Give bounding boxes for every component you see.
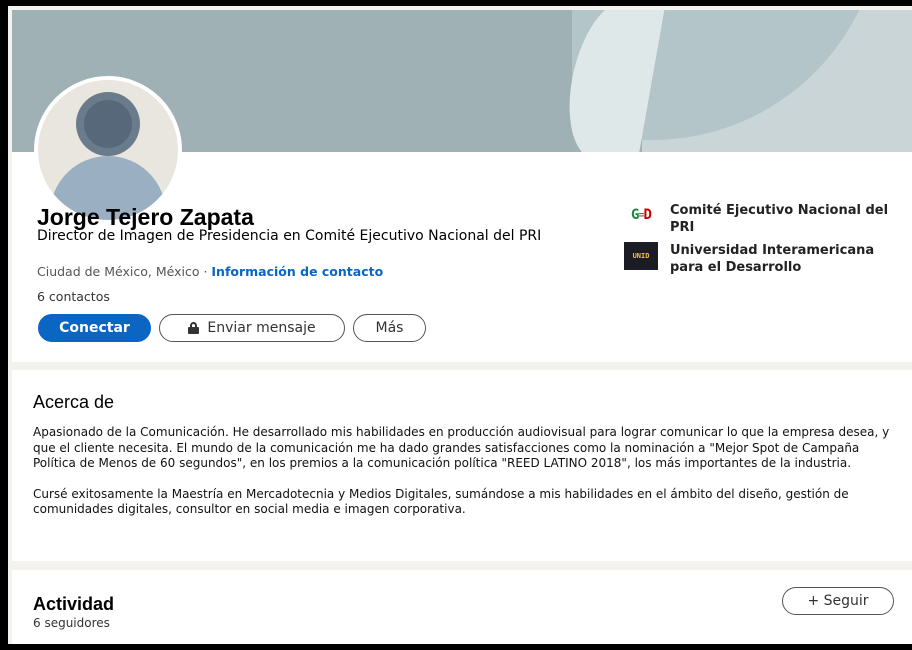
profile-location: Ciudad de México, México — [37, 264, 200, 279]
followers-count: 6 seguidores — [33, 616, 110, 630]
location-separator: · — [199, 264, 212, 279]
profile-headline: Director de Imagen de Presidencia en Com… — [37, 228, 542, 244]
unid-logo-icon: UNID — [624, 242, 658, 270]
organization-name: Comité Ejecutivo Nacional del PRI — [670, 203, 889, 235]
profile-location-line: Ciudad de México, México · Información d… — [37, 264, 383, 279]
send-message-button[interactable]: Enviar mensaje — [159, 314, 345, 342]
organization-name: Universidad Interamericana para el Desar… — [670, 243, 875, 275]
connect-button-label: Conectar — [59, 320, 130, 336]
more-button-label: Más — [375, 320, 404, 336]
lock-icon — [188, 322, 200, 334]
profile-name: Jorge Tejero Zapata — [37, 204, 254, 230]
organization-item-pri[interactable]: G = D Comité Ejecutivo Nacional del PRI — [624, 202, 896, 236]
follow-button[interactable]: + Seguir — [782, 587, 894, 615]
activity-title: Actividad — [33, 594, 115, 614]
profile-page: Jorge Tejero Zapata Director de Imagen d… — [8, 6, 912, 644]
connections-count[interactable]: 6 contactos — [37, 289, 110, 304]
pri-logo-icon: G = D — [631, 207, 652, 223]
about-title: Acerca de — [33, 392, 115, 412]
about-paragraph: Apasionado de la Comunicación. He desarr… — [33, 425, 890, 470]
profile-avatar[interactable] — [34, 76, 182, 224]
profile-top-card: Jorge Tejero Zapata Director de Imagen d… — [12, 10, 912, 362]
about-section: Acerca de Apasionado de la Comunicación.… — [12, 370, 912, 561]
organization-item-unid[interactable]: UNID Universidad Interamericana para el … — [624, 242, 896, 276]
follow-button-label: + Seguir — [807, 593, 869, 609]
connect-button[interactable]: Conectar — [38, 314, 151, 342]
more-button[interactable]: Más — [353, 314, 426, 342]
about-paragraph: Cursé exitosamente la Maestría en Mercad… — [33, 486, 849, 517]
activity-section: Actividad 6 seguidores + Seguir — [12, 570, 912, 644]
send-message-label: Enviar mensaje — [207, 320, 316, 336]
contact-info-link[interactable]: Información de contacto — [211, 264, 383, 279]
about-text: Apasionado de la Comunicación. He desarr… — [33, 425, 903, 533]
